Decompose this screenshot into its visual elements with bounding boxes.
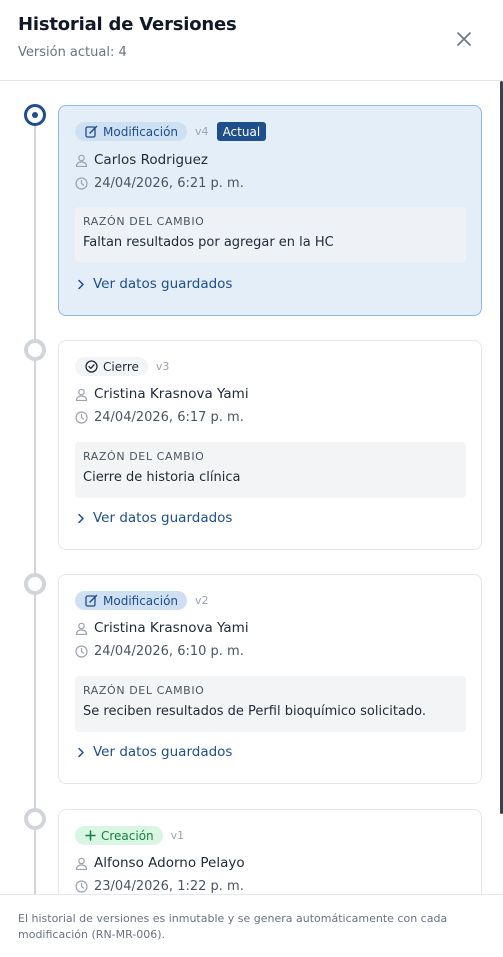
type-badge-modificacion: Modificación (75, 122, 188, 141)
reason-box: RAZÓN DEL CAMBIO Se reciben resultados d… (75, 676, 466, 732)
edit-icon (85, 125, 98, 138)
author-row: Carlos Rodriguez (75, 152, 208, 168)
type-badge-creacion: Creación (75, 826, 163, 845)
footer-note: El historial de versiones es inmutable y… (18, 912, 448, 941)
type-badge-label: Modificación (103, 124, 179, 139)
view-saved-data-link[interactable]: Ver datos guardados (77, 744, 232, 760)
type-badge-modificacion: Modificación (75, 591, 188, 610)
view-saved-data-link[interactable]: Ver datos guardados (77, 510, 232, 526)
reason-text: Faltan resultados por agregar en la HC (83, 235, 334, 250)
close-button[interactable] (452, 27, 476, 51)
reason-text: Cierre de historia clínica (83, 470, 241, 485)
author-row: Cristina Krasnova Yami (75, 620, 249, 636)
reason-box: RAZÓN DEL CAMBIO Faltan resultados por a… (75, 207, 466, 263)
timeline-dot (24, 573, 46, 595)
version-number: v4 (195, 125, 209, 138)
author-row: Alfonso Adorno Pelayo (75, 855, 245, 871)
chevron-right-icon (78, 747, 84, 757)
reason-label: RAZÓN DEL CAMBIO (83, 215, 205, 228)
clock-icon (75, 645, 88, 658)
author-row: Cristina Krasnova Yami (75, 386, 249, 402)
version-date: 24/04/2026, 6:10 p. m. (94, 644, 244, 659)
panel-footer: El historial de versiones es inmutable y… (0, 894, 503, 957)
chevron-right-icon (78, 513, 84, 523)
view-saved-data-label: Ver datos guardados (93, 744, 233, 760)
clock-icon (75, 880, 88, 893)
clock-icon (75, 177, 88, 190)
timeline-dot (24, 808, 46, 830)
author-name: Carlos Rodriguez (94, 152, 209, 168)
reason-box: RAZÓN DEL CAMBIO Cierre de historia clín… (75, 442, 466, 498)
version-badges: Cierre v3 (75, 357, 169, 376)
type-badge-label: Cierre (103, 359, 139, 374)
version-card-v4: Modificación v4 Actual Carlos Rodriguez … (58, 105, 482, 316)
version-card-v2: Modificación v2 Cristina Krasnova Yami 2… (58, 574, 482, 784)
check-circle-icon (85, 360, 98, 373)
version-card-v1: Creación v1 Alfonso Adorno Pelayo 23/04/… (58, 809, 482, 894)
version-card-v3: Cierre v3 Cristina Krasnova Yami 24/04/2… (58, 340, 482, 550)
view-saved-data-label: Ver datos guardados (93, 276, 233, 292)
reason-label: RAZÓN DEL CAMBIO (83, 450, 205, 463)
current-badge: Actual (216, 122, 267, 141)
panel-header: Historial de Versiones Versión actual: 4 (0, 0, 503, 81)
version-date: 24/04/2026, 6:21 p. m. (94, 176, 244, 191)
view-saved-data-label: Ver datos guardados (93, 510, 233, 526)
timeline-dot-current (24, 104, 46, 126)
date-row: 24/04/2026, 6:17 p. m. (75, 410, 244, 425)
version-badges: Modificación v4 Actual (75, 122, 267, 141)
view-saved-data-link[interactable]: Ver datos guardados (77, 276, 232, 292)
author-name: Alfonso Adorno Pelayo (94, 855, 245, 871)
reason-text: Se reciben resultados de Perfil bioquími… (83, 704, 427, 719)
author-name: Cristina Krasnova Yami (94, 620, 249, 636)
current-version-label: Versión actual: 4 (18, 45, 127, 60)
type-badge-label: Modificación (103, 593, 179, 608)
user-icon (75, 388, 88, 401)
version-number: v2 (195, 594, 209, 607)
date-row: 24/04/2026, 6:10 p. m. (75, 644, 244, 659)
type-badge-cierre: Cierre (75, 357, 148, 376)
version-number: v1 (170, 829, 185, 842)
user-icon (75, 154, 88, 167)
author-name: Cristina Krasnova Yami (94, 386, 249, 402)
user-icon (75, 857, 88, 870)
version-number: v3 (155, 360, 170, 373)
close-icon (457, 32, 471, 46)
timeline-line (34, 119, 36, 894)
chevron-right-icon (78, 279, 84, 289)
user-icon (75, 622, 88, 635)
date-row: 24/04/2026, 6:21 p. m. (75, 176, 244, 191)
date-row: 23/04/2026, 1:22 p. m. (75, 879, 244, 894)
version-timeline[interactable]: Modificación v4 Actual Carlos Rodriguez … (0, 81, 503, 894)
panel-title: Historial de Versiones (18, 14, 237, 35)
reason-label: RAZÓN DEL CAMBIO (83, 684, 205, 697)
edit-icon (85, 594, 98, 607)
clock-icon (75, 411, 88, 424)
version-date: 23/04/2026, 1:22 p. m. (94, 879, 244, 894)
type-badge-label: Creación (101, 828, 154, 843)
version-date: 24/04/2026, 6:17 p. m. (94, 410, 244, 425)
version-badges: Modificación v2 (75, 591, 209, 610)
version-badges: Creación v1 (75, 826, 184, 845)
plus-icon (85, 830, 96, 841)
timeline-dot (24, 339, 46, 361)
